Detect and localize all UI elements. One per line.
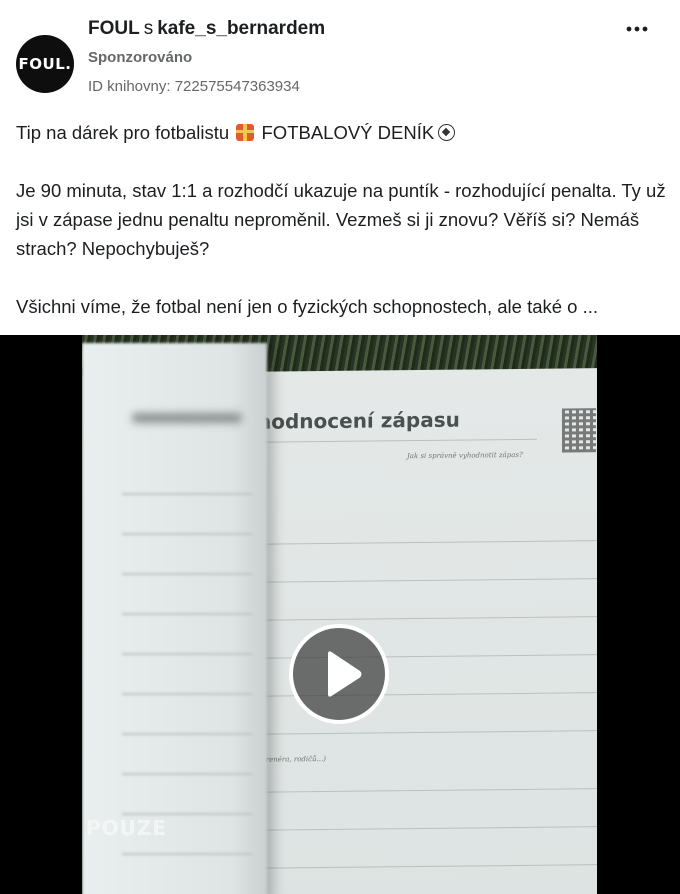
post-text-paragraph2: Je 90 minuta, stav 1:1 a rozhodčí ukazuj…	[16, 180, 666, 259]
gift-emoji-icon	[236, 124, 255, 141]
blurred-rule	[122, 573, 252, 575]
play-icon	[328, 651, 362, 697]
notebook-rule	[257, 540, 597, 545]
page-avatar[interactable]: FOUL.	[16, 35, 74, 93]
sponsored-label: Sponzorováno	[88, 49, 193, 66]
sponsored-post-card: FOUL. FOUL s kafe_s_bernardem Sponzorováno…	[0, 0, 680, 894]
library-id: ID knihovny: 722575547363934	[88, 78, 300, 95]
more-horizontal-icon	[626, 26, 648, 32]
notebook-rule	[257, 730, 597, 735]
blurred-rule	[122, 693, 252, 695]
blurred-rule	[122, 493, 252, 495]
play-button[interactable]	[289, 624, 389, 724]
notebook-rule	[257, 788, 597, 793]
video-frame: hodnocení zápasu Jak si správně vyhodnot…	[82, 335, 597, 894]
post-text-paragraph3[interactable]: Všichni víme, že fotbal není jen o fyzic…	[16, 292, 666, 321]
page-name-line: FOUL s kafe_s_bernardem	[88, 18, 325, 40]
post-text: Tip na dárek pro fotbalistu FOTBALOVÝ DE…	[16, 118, 666, 321]
notebook-rule	[257, 438, 537, 443]
blurred-heading	[132, 413, 242, 423]
post-text-line1-end: FOTBALOVÝ DENÍK	[256, 122, 435, 143]
notebook-rule	[257, 616, 597, 621]
blurred-rule	[122, 613, 252, 615]
post-header: FOUL. FOUL s kafe_s_bernardem Sponzorováno…	[0, 0, 680, 110]
blurred-rule	[122, 773, 252, 775]
blurred-rule	[122, 733, 252, 735]
blurred-rule	[122, 853, 252, 855]
notebook-caption-top: Jak si správně vyhodnotit zápas?	[407, 450, 523, 461]
partner-name-link[interactable]: kafe_s_bernardem	[157, 18, 325, 39]
notebook-rule	[257, 864, 597, 869]
notebook-heading: hodnocení zápasu	[257, 407, 460, 434]
video-player[interactable]: hodnocení zápasu Jak si správně vyhodnot…	[0, 335, 680, 894]
video-watermark: POUZE	[86, 816, 168, 840]
soccer-ball-emoji-icon	[438, 124, 456, 141]
notebook-rule	[257, 826, 597, 831]
post-text-line1-start: Tip na dárek pro fotbalistu	[16, 122, 235, 143]
blurred-rule	[122, 813, 252, 815]
notebook-rule	[257, 578, 597, 583]
blurred-rule	[122, 653, 252, 655]
with-word: s	[143, 18, 154, 39]
page-name-link[interactable]: FOUL	[88, 18, 140, 39]
qr-code-icon	[562, 408, 596, 453]
post-text-line1: Tip na dárek pro fotbalistu FOTBALOVÝ DE…	[16, 118, 666, 147]
blurred-rule	[122, 533, 252, 535]
notebook-left-page	[82, 343, 267, 894]
more-options-button[interactable]	[622, 17, 652, 41]
